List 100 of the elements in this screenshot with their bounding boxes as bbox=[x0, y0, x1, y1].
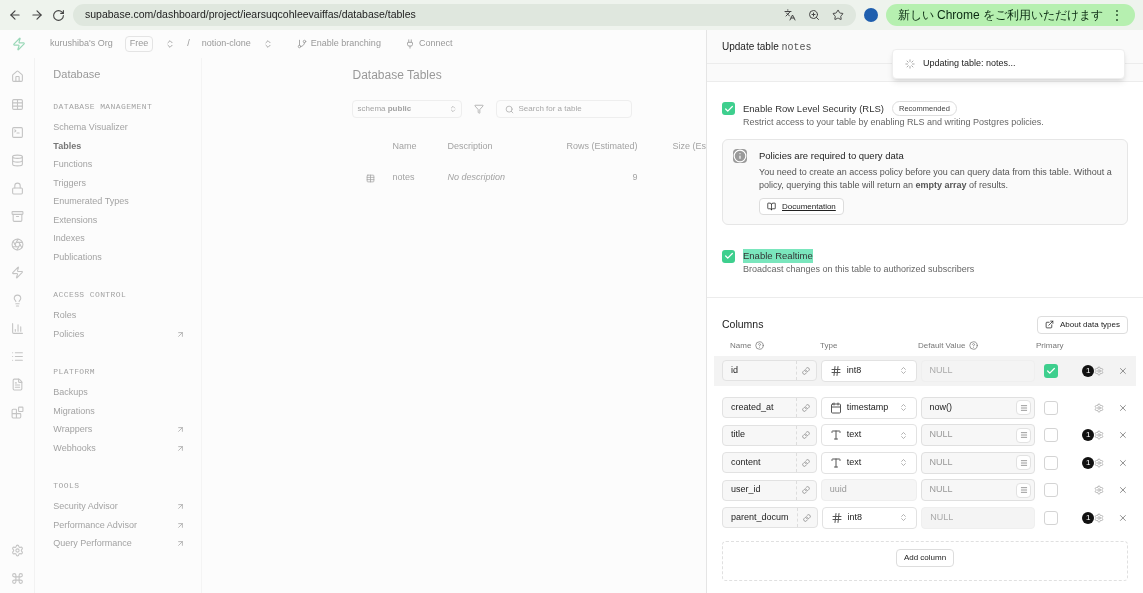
type-select[interactable]: int8 bbox=[821, 506, 918, 529]
link-icon[interactable] bbox=[802, 431, 811, 439]
column-name-field[interactable]: title bbox=[722, 424, 817, 446]
sidebar-item[interactable]: Roles bbox=[53, 306, 202, 325]
address-bar[interactable]: supabase.com/dashboard/project/iearsuqcohleevaiffas/database/tables bbox=[73, 4, 856, 26]
sidebar-item[interactable]: Security Advisor bbox=[53, 497, 202, 516]
blocks-icon[interactable] bbox=[10, 406, 24, 419]
sidebar-item[interactable]: Indexes bbox=[53, 229, 202, 248]
type-select[interactable]: int8 bbox=[820, 359, 917, 382]
sidebar-item[interactable]: Triggers bbox=[53, 174, 202, 193]
settings-icon[interactable] bbox=[1094, 402, 1105, 413]
reload-icon[interactable] bbox=[52, 8, 65, 22]
link-icon[interactable] bbox=[802, 403, 811, 412]
checkbox[interactable] bbox=[1043, 400, 1058, 415]
lightning-icon[interactable] bbox=[10, 266, 24, 279]
chart-icon[interactable] bbox=[10, 322, 24, 335]
table-icon[interactable] bbox=[10, 98, 24, 111]
connect-button[interactable]: Connect bbox=[404, 37, 453, 51]
sidebar-item[interactable]: Backups bbox=[53, 383, 202, 402]
sidebar-item[interactable]: Performance Advisor bbox=[53, 516, 202, 535]
documentation-button[interactable]: Documentation bbox=[759, 198, 844, 215]
about-data-types-button[interactable]: About data types bbox=[1036, 315, 1128, 334]
link-icon[interactable] bbox=[802, 486, 811, 494]
profile-avatar[interactable] bbox=[863, 8, 878, 22]
filter-icon[interactable] bbox=[474, 104, 485, 114]
settings-icon[interactable] bbox=[1094, 457, 1105, 468]
suggestions-button[interactable] bbox=[1016, 455, 1031, 470]
checkbox[interactable] bbox=[1043, 428, 1058, 442]
terminal-icon[interactable] bbox=[10, 126, 24, 139]
logo-icon[interactable] bbox=[12, 37, 26, 51]
sidebar-item[interactable]: Enumerated Types bbox=[53, 192, 202, 211]
settings-icon[interactable] bbox=[1094, 430, 1105, 440]
branching-button[interactable]: Enable branching bbox=[296, 37, 381, 51]
help-icon[interactable] bbox=[755, 341, 765, 351]
forward-icon[interactable] bbox=[30, 8, 44, 22]
home-icon[interactable] bbox=[10, 70, 24, 83]
link-icon[interactable] bbox=[802, 458, 811, 467]
update-chrome-button[interactable]: 新しい Chrome をご利用いただけます ⋮ bbox=[885, 4, 1135, 26]
close-icon[interactable] bbox=[1118, 512, 1128, 523]
close-icon[interactable] bbox=[1118, 457, 1128, 468]
sidebar-item[interactable]: Migrations bbox=[53, 402, 202, 421]
schema-select[interactable]: schema public bbox=[352, 100, 463, 118]
list-icon[interactable] bbox=[10, 350, 24, 363]
project-name[interactable]: notion-clone bbox=[201, 37, 251, 51]
settings-icon[interactable] bbox=[1094, 485, 1105, 495]
type-select[interactable]: text bbox=[820, 451, 917, 474]
sidebar-item[interactable]: Webhooks bbox=[53, 439, 202, 458]
settings-icon[interactable] bbox=[1094, 365, 1105, 376]
back-icon[interactable] bbox=[8, 8, 22, 22]
archive-icon[interactable] bbox=[10, 210, 24, 223]
checkbox[interactable] bbox=[722, 102, 735, 116]
bookmark-star-icon[interactable] bbox=[831, 9, 844, 21]
close-icon[interactable] bbox=[1118, 365, 1128, 376]
sidebar-item[interactable]: Wrappers bbox=[53, 420, 202, 439]
checkbox[interactable] bbox=[1043, 455, 1058, 470]
type-select[interactable]: timestamp bbox=[820, 396, 917, 419]
checkbox[interactable] bbox=[722, 249, 735, 263]
zoom-icon[interactable] bbox=[807, 9, 820, 21]
suggestions-button[interactable] bbox=[1016, 427, 1031, 443]
document-icon[interactable] bbox=[10, 378, 24, 391]
default-value-field[interactable]: NULL bbox=[920, 424, 1035, 446]
close-icon[interactable] bbox=[1118, 402, 1128, 413]
close-icon[interactable] bbox=[1118, 430, 1128, 440]
checkbox[interactable] bbox=[1044, 510, 1059, 525]
type-select[interactable]: text bbox=[820, 424, 917, 446]
settings-icon[interactable] bbox=[1094, 512, 1105, 523]
column-name-field[interactable]: user_id bbox=[722, 479, 817, 501]
sidebar-item[interactable]: Extensions bbox=[53, 211, 202, 230]
translate-icon[interactable] bbox=[783, 9, 796, 21]
lock-icon[interactable] bbox=[10, 182, 24, 195]
default-value-field[interactable]: NULL bbox=[920, 479, 1035, 501]
column-name-field[interactable]: content bbox=[722, 452, 817, 473]
checkbox[interactable] bbox=[1043, 363, 1058, 378]
column-name-field[interactable]: created_at bbox=[722, 397, 817, 418]
suggestions-button[interactable] bbox=[1016, 400, 1031, 415]
sidebar-item[interactable]: Schema Visualizer bbox=[53, 118, 202, 137]
chevrons-icon[interactable] bbox=[262, 39, 273, 49]
column-name-field[interactable]: parent_docum bbox=[722, 507, 818, 528]
default-value-field[interactable]: NULL bbox=[920, 451, 1035, 474]
org-name[interactable]: kurushiba's Org bbox=[50, 37, 113, 51]
aperture-icon[interactable] bbox=[10, 238, 24, 251]
sidebar-item[interactable]: Query Performance bbox=[53, 534, 202, 553]
link-icon[interactable] bbox=[802, 366, 811, 375]
link-icon[interactable] bbox=[803, 513, 812, 522]
search-field[interactable]: Search for a table bbox=[496, 100, 633, 118]
chevrons-icon[interactable] bbox=[165, 39, 176, 49]
table-cell[interactable]: notes bbox=[392, 171, 448, 185]
add-column-button[interactable]: Add column bbox=[895, 549, 955, 568]
help-icon[interactable] bbox=[969, 341, 979, 351]
sidebar-item[interactable]: Functions bbox=[53, 155, 202, 174]
sidebar-item[interactable]: Tables bbox=[53, 137, 202, 156]
database-icon[interactable] bbox=[10, 154, 24, 167]
settings-icon[interactable] bbox=[10, 544, 24, 557]
column-name-field[interactable]: id bbox=[722, 360, 817, 382]
close-icon[interactable] bbox=[1118, 485, 1128, 495]
sidebar-item[interactable]: Policies bbox=[53, 325, 202, 344]
checkbox[interactable] bbox=[1043, 483, 1058, 497]
sidebar-item[interactable]: Publications bbox=[53, 248, 202, 267]
suggestions-button[interactable] bbox=[1016, 482, 1031, 498]
default-value-field[interactable]: now() bbox=[920, 396, 1035, 419]
